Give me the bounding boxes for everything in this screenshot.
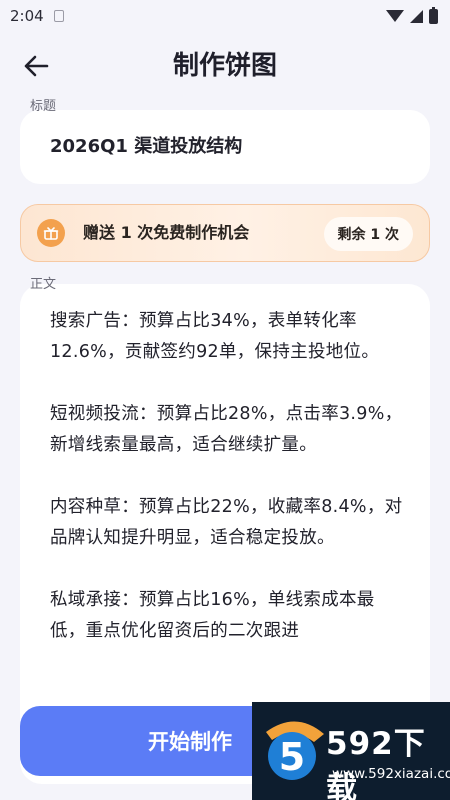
- remaining-count-badge: 剩余 1 次: [323, 217, 413, 251]
- gift-icon: [37, 219, 65, 247]
- status-time: 2:04: [10, 7, 44, 25]
- free-trial-banner: 赠送 1 次免费制作机会 剩余 1 次: [20, 204, 430, 262]
- wifi-icon: [386, 10, 404, 22]
- watermark-logo-icon: 5: [266, 721, 324, 780]
- body-field-label: 正文: [30, 277, 57, 292]
- promo-text: 赠送 1 次免费制作机会: [83, 223, 250, 242]
- watermark: 5 592下载 www.592xiazai.com: [252, 702, 450, 800]
- signal-icon: [410, 9, 423, 23]
- svg-text:5: 5: [279, 735, 305, 779]
- battery-icon: [429, 6, 438, 24]
- watermark-brand: 592下载: [326, 726, 426, 800]
- title-input-value[interactable]: 2026Q1 渠道投放结构: [50, 135, 242, 159]
- body-textarea[interactable]: 搜索广告：预算占比34%，表单转化率12.6%，贡献签约92单，保持主投地位。 …: [50, 306, 404, 647]
- watermark-url: www.592xiazai.com: [332, 766, 450, 782]
- status-bar: 2:04: [0, 0, 450, 32]
- page-title: 制作饼图: [172, 51, 277, 81]
- sim-card-icon: [53, 10, 64, 22]
- title-field-label: 标题: [30, 99, 57, 114]
- start-button-label: 开始制作: [148, 730, 232, 754]
- title-field[interactable]: 2026Q1 渠道投放结构: [20, 110, 430, 184]
